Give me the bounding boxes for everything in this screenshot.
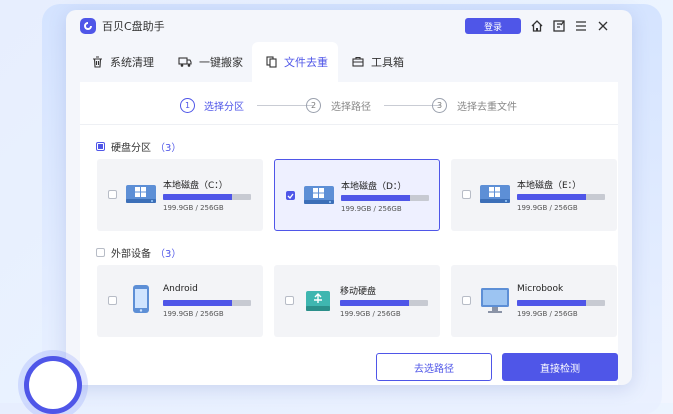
- toolbox-icon: [352, 56, 364, 68]
- step-number: 3: [432, 98, 447, 113]
- menu-icon[interactable]: [572, 17, 590, 35]
- device-checkbox[interactable]: [462, 296, 471, 305]
- trash-icon: [92, 56, 103, 68]
- disk-section-checkbox[interactable]: [96, 142, 105, 151]
- section-label: 硬盘分区: [111, 143, 151, 154]
- app-title: 百贝C盘助手: [102, 20, 165, 33]
- disk-checkbox[interactable]: [286, 191, 295, 200]
- disk-size: 199.9GB / 256GB: [341, 205, 402, 213]
- laptop-icon: [477, 281, 513, 317]
- usage-fill: [517, 300, 586, 306]
- file-copy-icon: [266, 56, 277, 68]
- usage-fill: [163, 300, 232, 306]
- tab-bar: 系统清理 一键搬家 文件去重 工具箱: [66, 42, 632, 82]
- step-label: 选择去重文件: [457, 102, 517, 113]
- windows-drive-icon: [477, 175, 513, 211]
- device-size: 199.9GB / 256GB: [163, 310, 224, 318]
- tab-file-dedup[interactable]: 文件去重: [252, 42, 338, 82]
- choose-path-button[interactable]: 去选路径: [376, 353, 492, 381]
- disk-size: 199.9GB / 256GB: [517, 204, 578, 212]
- device-size: 199.9GB / 256GB: [340, 310, 401, 318]
- external-section-header: 外部设备 （3）: [96, 245, 181, 260]
- usage-bar: [517, 194, 605, 200]
- disk-card-d[interactable]: 本地磁盘（D：） 199.9GB / 256GB: [274, 159, 440, 231]
- device-checkbox[interactable]: [108, 296, 117, 305]
- step-label: 选择分区: [204, 102, 244, 113]
- checkmark-icon: [287, 193, 294, 199]
- divider: [80, 124, 618, 125]
- device-card-portable-drive[interactable]: 移动硬盘 199.9GB / 256GB: [274, 265, 440, 337]
- decorative-ring: [24, 356, 82, 414]
- section-count: （3）: [155, 249, 182, 260]
- app-logo-icon: [80, 18, 96, 34]
- disk-size: 199.9GB / 256GB: [163, 204, 224, 212]
- disk-section-header: 硬盘分区 （3）: [96, 139, 181, 154]
- section-count: （3）: [155, 143, 182, 154]
- usage-bar: [163, 300, 251, 306]
- disk-checkbox[interactable]: [462, 190, 471, 199]
- usb-drive-icon: [300, 281, 336, 317]
- tab-toolbox[interactable]: 工具箱: [352, 42, 432, 82]
- step-indicator: 1 选择分区 2 选择路径 3 选择去重文件: [80, 82, 618, 124]
- tab-label: 系统清理: [110, 56, 154, 69]
- windows-drive-icon: [123, 175, 159, 211]
- disk-name: 本地磁盘（D：）: [341, 182, 407, 192]
- usage-bar: [163, 194, 251, 200]
- tab-label: 一键搬家: [199, 56, 243, 69]
- scan-now-button[interactable]: 直接检测: [502, 353, 618, 381]
- truck-icon: [178, 56, 192, 68]
- login-button[interactable]: 登录: [465, 18, 521, 34]
- usage-fill: [517, 194, 586, 200]
- device-name: 移动硬盘: [340, 287, 377, 297]
- tab-label: 文件去重: [284, 56, 328, 69]
- usage-bar: [340, 300, 428, 306]
- step-number: 2: [306, 98, 321, 113]
- feedback-icon[interactable]: [550, 17, 568, 35]
- phone-icon: [123, 281, 159, 317]
- title-bar: 百贝C盘助手 登录: [66, 10, 632, 42]
- disk-name: 本地磁盘（E：）: [517, 181, 582, 191]
- app-window: 百贝C盘助手 登录 系统清理 一键搬家 文件去重 工具箱 1 选择分区 2 选择…: [66, 10, 632, 385]
- device-size: 199.9GB / 256GB: [517, 310, 578, 318]
- usage-fill: [163, 194, 232, 200]
- disk-checkbox[interactable]: [108, 190, 117, 199]
- device-name: Microbook: [517, 284, 564, 294]
- device-card-microbook[interactable]: Microbook 199.9GB / 256GB: [451, 265, 617, 337]
- section-label: 外部设备: [111, 249, 151, 260]
- home-icon[interactable]: [528, 17, 546, 35]
- external-section-checkbox[interactable]: [96, 248, 105, 257]
- device-card-android[interactable]: Android 199.9GB / 256GB: [97, 265, 263, 337]
- tab-label: 工具箱: [371, 56, 404, 69]
- step-connector: [257, 105, 313, 106]
- usage-bar: [341, 195, 429, 201]
- step-label: 选择路径: [331, 102, 371, 113]
- usage-fill: [341, 195, 410, 201]
- tab-system-clean[interactable]: 系统清理: [92, 42, 192, 82]
- disk-card-e[interactable]: 本地磁盘（E：） 199.9GB / 256GB: [451, 159, 617, 231]
- disk-name: 本地磁盘（C：）: [163, 181, 228, 191]
- device-checkbox[interactable]: [285, 296, 294, 305]
- disk-card-c[interactable]: 本地磁盘（C：） 199.9GB / 256GB: [97, 159, 263, 231]
- content-panel: 1 选择分区 2 选择路径 3 选择去重文件 硬盘分区 （3） 本地磁盘（C：）…: [80, 82, 618, 385]
- device-name: Android: [163, 284, 198, 294]
- usage-bar: [517, 300, 605, 306]
- close-icon[interactable]: [594, 17, 612, 35]
- windows-drive-icon: [301, 176, 337, 212]
- step-number: 1: [180, 98, 195, 113]
- usage-fill: [340, 300, 409, 306]
